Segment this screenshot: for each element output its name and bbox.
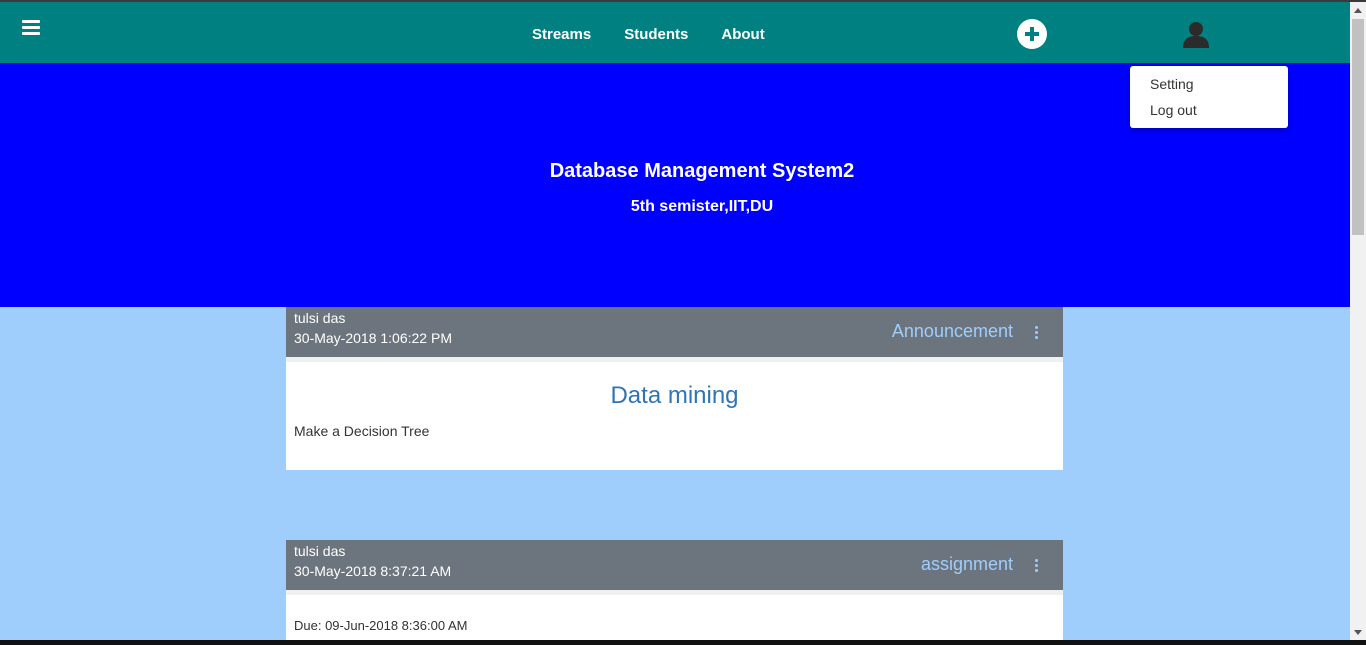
nav-link-about[interactable]: About <box>721 26 764 43</box>
nav-links: Streams Students About <box>532 26 798 43</box>
menu-item-logout[interactable]: Log out <box>1150 102 1197 118</box>
post-header: tulsi das 30-May-2018 8:37:21 AM assignm… <box>286 540 1063 590</box>
post-body: Due: 09-Jun-2018 8:36:00 AM <box>286 590 1063 645</box>
post-title: Data mining <box>610 382 739 409</box>
scroll-up-arrow-icon[interactable] <box>1354 8 1362 13</box>
top-navbar: Streams Students About <box>0 2 1350 63</box>
post-due-date: Due: 09-Jun-2018 8:36:00 AM <box>294 618 468 633</box>
nav-link-students[interactable]: Students <box>624 26 688 43</box>
class-subtitle: 5th semister,IIT,DU <box>630 198 774 215</box>
plus-circle-icon[interactable] <box>1017 19 1047 49</box>
post-body: Data mining Make a Decision Tree <box>286 357 1063 470</box>
post-type-label[interactable]: assignment <box>921 554 1013 575</box>
more-vertical-icon[interactable] <box>1029 559 1043 573</box>
scrollbar-thumb[interactable] <box>1352 19 1364 235</box>
class-title: Database Management System2 <box>549 160 855 182</box>
scroll-down-arrow-icon[interactable] <box>1354 630 1362 635</box>
menu-item-setting[interactable]: Setting <box>1150 76 1194 92</box>
vertical-scrollbar[interactable] <box>1350 2 1366 640</box>
post-card: tulsi das 30-May-2018 1:06:22 PM Announc… <box>286 307 1063 470</box>
post-author: tulsi das <box>294 543 346 559</box>
nav-link-streams[interactable]: Streams <box>532 26 591 43</box>
user-dropdown-menu: Setting Log out <box>1130 66 1288 128</box>
post-card: tulsi das 30-May-2018 8:37:21 AM assignm… <box>286 540 1063 645</box>
more-vertical-icon[interactable] <box>1029 326 1043 340</box>
user-icon[interactable] <box>1182 20 1210 48</box>
post-date: 30-May-2018 8:37:21 AM <box>294 563 452 579</box>
post-header: tulsi das 30-May-2018 1:06:22 PM Announc… <box>286 307 1063 357</box>
post-description: Make a Decision Tree <box>294 423 430 439</box>
hamburger-icon[interactable] <box>22 20 40 36</box>
post-type-label[interactable]: Announcement <box>892 321 1013 342</box>
post-author: tulsi das <box>294 310 346 326</box>
window-bottom-edge <box>0 640 1366 645</box>
post-date: 30-May-2018 1:06:22 PM <box>294 330 452 346</box>
